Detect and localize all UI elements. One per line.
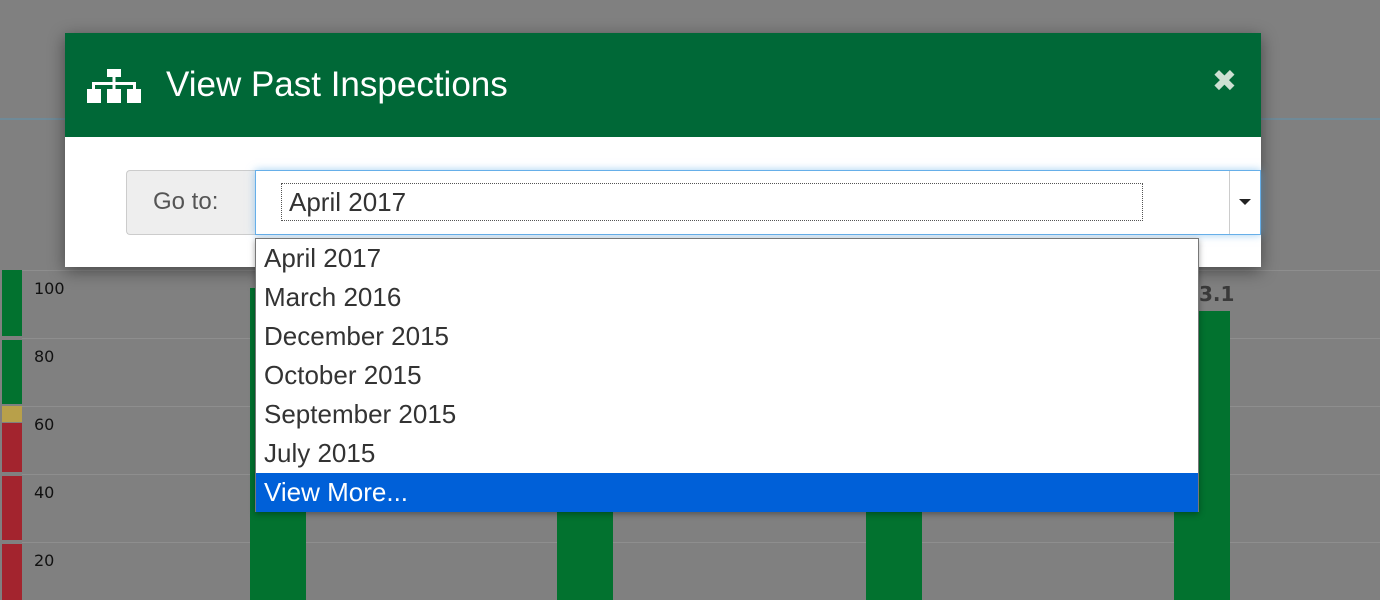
focus-ring xyxy=(281,183,1143,221)
score-scale-red xyxy=(2,544,22,600)
dropdown-option-view-more[interactable]: View More... xyxy=(256,473,1198,512)
goto-label: Go to: xyxy=(153,188,219,215)
y-tick-label: 100 xyxy=(34,279,65,298)
dropdown-option[interactable]: October 2015 xyxy=(256,356,1198,395)
sitemap-icon xyxy=(87,69,141,103)
score-scale-red xyxy=(2,423,22,472)
y-tick-label: 60 xyxy=(34,415,55,434)
y-tick-label: 40 xyxy=(34,483,55,502)
score-scale-green xyxy=(2,340,22,404)
selected-value: April 2017 xyxy=(289,187,407,217)
score-bar xyxy=(866,510,922,600)
y-tick-label: 20 xyxy=(34,551,55,570)
chevron-down-icon[interactable] xyxy=(1229,171,1260,234)
inspection-date-select[interactable]: April 2017 xyxy=(255,170,1261,235)
score-bar xyxy=(557,510,613,600)
bar-value-label: 3.1 xyxy=(1199,282,1235,306)
y-tick-label: 80 xyxy=(34,347,55,366)
modal-title: View Past Inspections xyxy=(166,65,508,104)
score-scale-red xyxy=(2,476,22,540)
dropdown-option[interactable]: September 2015 xyxy=(256,395,1198,434)
score-scale-yellow xyxy=(2,406,22,422)
goto-addon: Go to: xyxy=(126,170,256,235)
past-inspections-modal: View Past Inspections ✖ Go to: April 201… xyxy=(65,33,1261,267)
close-icon[interactable]: ✖ xyxy=(1212,67,1237,97)
dropdown-list: April 2017 March 2016 December 2015 Octo… xyxy=(255,238,1199,512)
modal-header: View Past Inspections ✖ xyxy=(65,33,1261,137)
dropdown-option[interactable]: December 2015 xyxy=(256,317,1198,356)
dropdown-option[interactable]: July 2015 xyxy=(256,434,1198,473)
dropdown-option[interactable]: March 2016 xyxy=(256,278,1198,317)
score-scale-green xyxy=(2,270,22,336)
dropdown-option[interactable]: April 2017 xyxy=(256,239,1198,278)
